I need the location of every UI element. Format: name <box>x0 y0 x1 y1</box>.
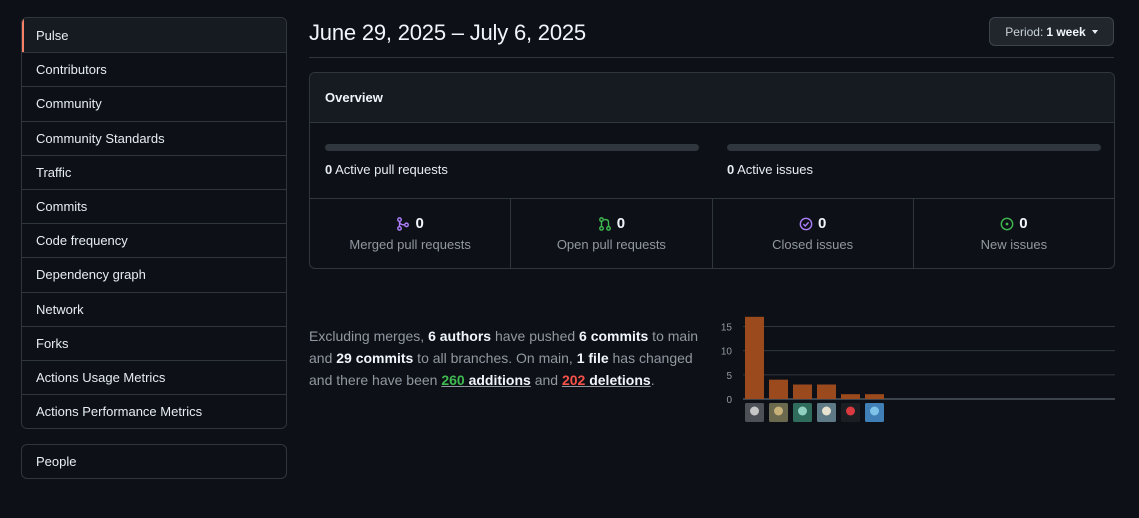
summary-text: . <box>650 372 655 388</box>
git-merge-icon <box>397 216 410 231</box>
sidebar-item-people[interactable]: People <box>21 444 287 479</box>
commit-summary: Excluding merges, 6 authors have pushed … <box>309 325 719 391</box>
overview-activity-bars: 0 Active pull requests 0 Active issues <box>310 123 1114 199</box>
sidebar-item-traffic[interactable]: Traffic <box>22 154 286 189</box>
author-avatar[interactable] <box>817 403 836 422</box>
commits-by-author-chart: 0 5 10 15 <box>721 316 1115 422</box>
merged-prs-label: Merged pull requests <box>349 237 471 252</box>
overview-title: Overview <box>310 73 1114 123</box>
issue-opened-icon <box>1000 217 1014 230</box>
chart-bar[interactable] <box>769 379 788 399</box>
deletions-word: deletions <box>589 372 651 388</box>
period-prefix: Period: <box>1005 24 1044 39</box>
sidebar-item-community[interactable]: Community <box>22 86 286 121</box>
sidebar-item-commits[interactable]: Commits <box>22 188 286 224</box>
summary-text: to all branches. On main, <box>413 350 577 366</box>
active-prs-count: 0 <box>325 162 333 177</box>
sidebar-item-network[interactable]: Network <box>22 291 286 326</box>
sidebar-item-contributors[interactable]: Contributors <box>22 52 286 87</box>
overview-box: Overview 0 Active pull requests 0 Active… <box>309 72 1115 269</box>
active-prs-block: 0 Active pull requests <box>325 144 699 177</box>
commits-main-count: 6 commits <box>579 328 649 344</box>
active-issues-block: 0 Active issues <box>727 144 1101 177</box>
additions-count: 260 <box>441 372 465 388</box>
sidebar-item-code-frequency[interactable]: Code frequency <box>22 223 286 258</box>
summary-text: have pushed <box>491 328 580 344</box>
issue-closed-icon <box>799 217 813 230</box>
author-avatar[interactable] <box>769 403 788 422</box>
sidebar-item-actions-performance-metrics[interactable]: Actions Performance Metrics <box>22 394 286 429</box>
chevron-down-icon <box>1091 30 1098 34</box>
summary-text: and <box>530 372 562 388</box>
chart-bar[interactable] <box>841 394 860 399</box>
overview-stats: 0 Merged pull requests 0 Open pull reque… <box>310 199 1114 268</box>
stat-new-issues[interactable]: 0 New issues <box>912 199 1114 268</box>
author-avatar[interactable] <box>841 403 860 422</box>
chart-bar[interactable] <box>817 384 836 400</box>
active-prs-progress-bar <box>325 144 699 151</box>
new-issues-count: 0 <box>1019 215 1028 232</box>
active-issues-count: 0 <box>727 162 735 177</box>
active-issues-progress-bar <box>727 144 1101 151</box>
page-title: June 29, 2025 – July 6, 2025 <box>309 20 586 45</box>
stat-open-prs[interactable]: 0 Open pull requests <box>510 199 711 268</box>
stat-closed-issues[interactable]: 0 Closed issues <box>711 199 913 268</box>
chart-bar[interactable] <box>865 394 884 399</box>
merged-prs-count: 0 <box>415 215 424 232</box>
summary-text: Excluding merges, <box>309 328 429 344</box>
additions-word: additions <box>468 372 531 388</box>
active-prs-text[interactable]: 0 Active pull requests <box>325 162 699 177</box>
chart-y-tick-label: 10 <box>721 347 733 358</box>
chart-bar[interactable] <box>793 384 812 400</box>
active-prs-label: Active pull requests <box>335 162 448 177</box>
deletions-count: 202 <box>561 372 586 388</box>
chart-y-tick-label: 15 <box>721 323 733 334</box>
chart-bar[interactable] <box>745 316 764 399</box>
period-dropdown-button[interactable]: Period: 1 week <box>989 17 1114 46</box>
author-avatar[interactable] <box>745 403 764 422</box>
files-changed-count: 1 file <box>576 350 609 366</box>
active-issues-text[interactable]: 0 Active issues <box>727 162 1101 177</box>
git-pull-request-icon <box>598 216 611 231</box>
pulse-sidebar-nav: Pulse Contributors Community Community S… <box>21 17 287 430</box>
sidebar-item-dependency-graph[interactable]: Dependency graph <box>22 257 286 292</box>
open-prs-label: Open pull requests <box>556 237 666 252</box>
chart-y-tick-label: 5 <box>726 371 732 382</box>
commits-all-count: 29 commits <box>336 350 414 366</box>
open-prs-count: 0 <box>616 215 626 232</box>
author-avatar[interactable] <box>793 403 812 422</box>
additions-link[interactable]: 260 additions <box>441 372 530 388</box>
sidebar-item-pulse[interactable]: Pulse <box>22 18 286 53</box>
sidebar-item-actions-usage-metrics[interactable]: Actions Usage Metrics <box>22 359 286 395</box>
sidebar-item-community-standards[interactable]: Community Standards <box>22 120 286 155</box>
stat-merged-prs[interactable]: 0 Merged pull requests <box>310 199 510 268</box>
period-value: 1 week <box>1046 24 1086 39</box>
header-divider <box>309 57 1114 58</box>
closed-issues-count: 0 <box>817 215 827 232</box>
new-issues-label: New issues <box>980 237 1048 252</box>
authors-count: 6 authors <box>428 328 492 344</box>
sidebar-item-forks[interactable]: Forks <box>22 325 286 360</box>
active-issues-label: Active issues <box>737 162 814 177</box>
author-avatar[interactable] <box>865 403 884 422</box>
deletions-link[interactable]: 202 deletions <box>562 372 651 388</box>
chart-y-tick-label: 0 <box>726 395 732 406</box>
closed-issues-label: Closed issues <box>772 237 854 252</box>
